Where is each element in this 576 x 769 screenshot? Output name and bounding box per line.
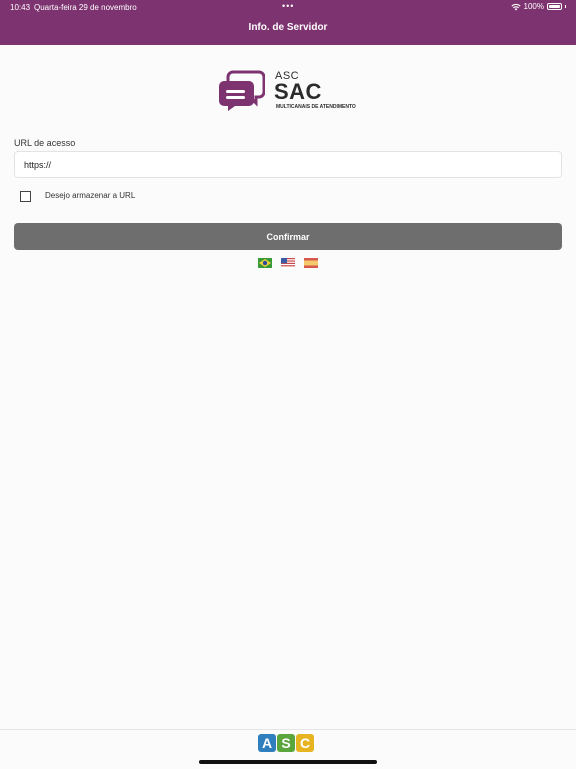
battery-percent: 100% [523,2,544,11]
logo-tagline: MULTICANAIS DE ATENDIMENTO [276,104,356,110]
asc-sac-logo: ASC SAC MULTICANAIS DE ATENDIMENTO [219,70,359,112]
multitask-dots[interactable]: ••• [282,1,294,11]
asc-tile-s: S [277,734,295,752]
flag-usa-icon[interactable] [281,258,295,268]
footer: A S C [0,729,576,769]
logo-sac-text: SAC [274,79,322,104]
store-url-checkbox[interactable] [20,191,31,202]
wifi-icon [510,3,521,10]
chat-bubbles-icon [219,70,265,111]
url-input[interactable] [14,151,562,178]
app-header: 10:43 Quarta-feira 29 de novembro ••• 10… [0,0,576,45]
flag-brazil-icon[interactable] [258,258,272,268]
store-url-label: Desejo armazenar a URL [45,191,136,200]
status-time: 10:43 [10,3,31,12]
battery-icon [547,3,562,10]
status-indicators: 100% [510,2,566,11]
asc-tile-c: C [296,734,314,752]
language-selector [258,258,318,268]
page-title: Info. de Servidor [248,22,328,33]
confirm-button[interactable]: Confirmar [14,223,562,250]
status-date: Quarta-feira 29 de novembro [34,3,137,12]
asc-brand-logo: A S C [258,734,314,752]
home-indicator[interactable] [199,760,377,764]
flag-spain-icon[interactable] [304,258,318,268]
asc-tile-a: A [258,734,276,752]
url-label: URL de acesso [14,138,76,148]
